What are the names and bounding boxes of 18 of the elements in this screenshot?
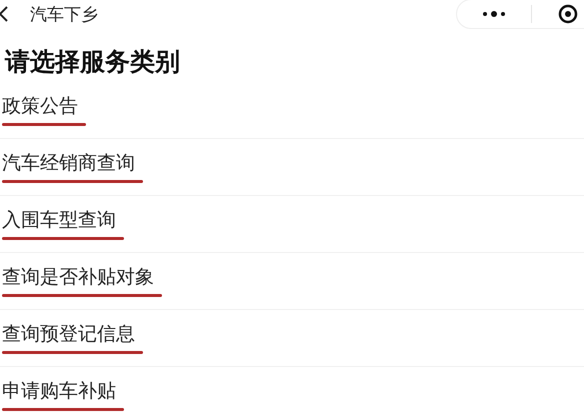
back-button[interactable] [0, 6, 8, 22]
service-item[interactable]: 入围车型查询 [0, 196, 584, 253]
service-item[interactable]: 政策公告 [0, 82, 584, 139]
more-icon [482, 11, 506, 17]
service-label: 申请购车补贴 [2, 379, 117, 403]
section-heading: 请选择服务类别 [5, 46, 181, 78]
page-title: 汽车下乡 [30, 4, 98, 26]
service-item[interactable]: 查询是否补贴对象 [0, 253, 584, 310]
service-label: 查询预登记信息 [2, 322, 136, 346]
service-item[interactable]: 申请购车补贴 [0, 367, 584, 412]
close-icon [558, 4, 578, 24]
service-label: 政策公告 [2, 94, 79, 118]
service-label: 汽车经销商查询 [2, 151, 136, 175]
service-item[interactable]: 汽车经销商查询 [0, 139, 584, 196]
back-icon [0, 6, 8, 22]
service-label: 入围车型查询 [2, 208, 117, 232]
service-item[interactable]: 查询预登记信息 [0, 310, 584, 367]
service-label: 查询是否补贴对象 [2, 265, 155, 289]
